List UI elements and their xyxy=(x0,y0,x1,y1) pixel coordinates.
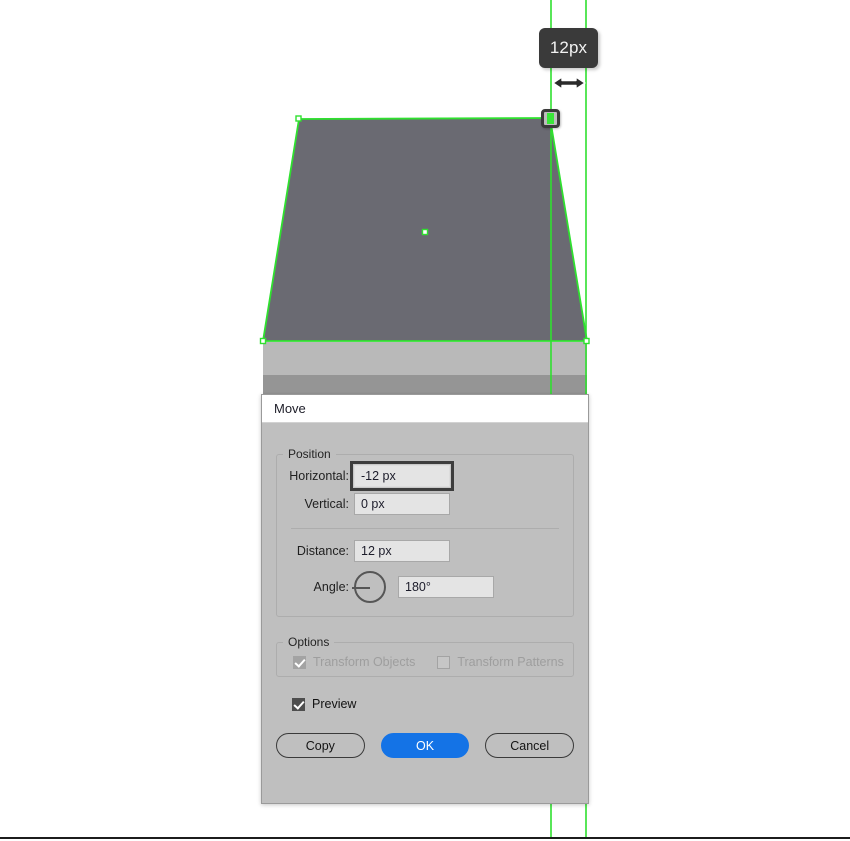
horizontal-resize-arrow-icon xyxy=(551,74,587,92)
position-group: Position Horizontal: -12 px Vertical: 0 … xyxy=(276,447,574,617)
horizontal-row: Horizontal: -12 px xyxy=(277,461,573,491)
transform-patterns-label: Transform Patterns xyxy=(457,655,564,669)
box-front-face-dark xyxy=(263,375,587,395)
preview-checkbox[interactable] xyxy=(292,697,305,711)
vertical-row: Vertical: 0 px xyxy=(277,491,573,517)
distance-input[interactable]: 12 px xyxy=(354,540,450,562)
dialog-title: Move xyxy=(274,401,306,416)
box-front-face-light xyxy=(263,342,587,375)
distance-label: Distance: xyxy=(296,544,349,558)
transform-objects-label: Transform Objects xyxy=(313,655,416,669)
transform-patterns-checkbox xyxy=(437,655,451,669)
copy-button[interactable]: Copy xyxy=(276,733,365,758)
angle-row: Angle: 180° xyxy=(277,570,573,604)
smart-guide-measure-tooltip: 12px xyxy=(539,28,598,68)
options-row: Transform Objects Transform Patterns xyxy=(277,651,573,673)
transform-objects-checkbox xyxy=(293,655,306,669)
options-group-legend: Options xyxy=(288,635,330,649)
dialog-button-row: Copy OK Cancel xyxy=(276,733,575,758)
angle-dial-icon[interactable] xyxy=(352,571,386,603)
anchor-bottom-left xyxy=(259,337,267,345)
position-group-legend: Position xyxy=(288,447,331,461)
anchor-top-left xyxy=(295,115,302,122)
ok-button[interactable]: OK xyxy=(380,733,470,758)
position-divider xyxy=(291,528,559,529)
preview-label: Preview xyxy=(312,697,357,711)
vertical-input[interactable]: 0 px xyxy=(354,493,450,515)
angle-input[interactable]: 180° xyxy=(398,576,494,598)
preview-row[interactable]: Preview xyxy=(276,697,574,711)
anchor-bottom-right xyxy=(583,337,590,345)
distance-row: Distance: 12 px xyxy=(277,538,573,564)
page-bottom-rule xyxy=(0,837,850,839)
move-dialog[interactable]: Move Position Horizontal: -12 px Vertica… xyxy=(261,394,589,804)
horizontal-label: Horizontal: xyxy=(289,469,349,483)
angle-label: Angle: xyxy=(313,580,349,594)
anchor-point-dot xyxy=(547,113,554,124)
anchor-center xyxy=(421,228,429,236)
anchor-point-icon[interactable] xyxy=(541,109,560,128)
cancel-button[interactable]: Cancel xyxy=(485,733,575,758)
dialog-body: Position Horizontal: -12 px Vertical: 0 … xyxy=(262,447,588,758)
horizontal-input[interactable]: -12 px xyxy=(350,461,454,491)
vertical-label: Vertical: xyxy=(304,497,349,511)
dialog-titlebar: Move xyxy=(262,395,588,423)
angle-dial-needle xyxy=(352,587,370,589)
options-group: Options Transform Objects Transform Patt… xyxy=(276,635,574,677)
